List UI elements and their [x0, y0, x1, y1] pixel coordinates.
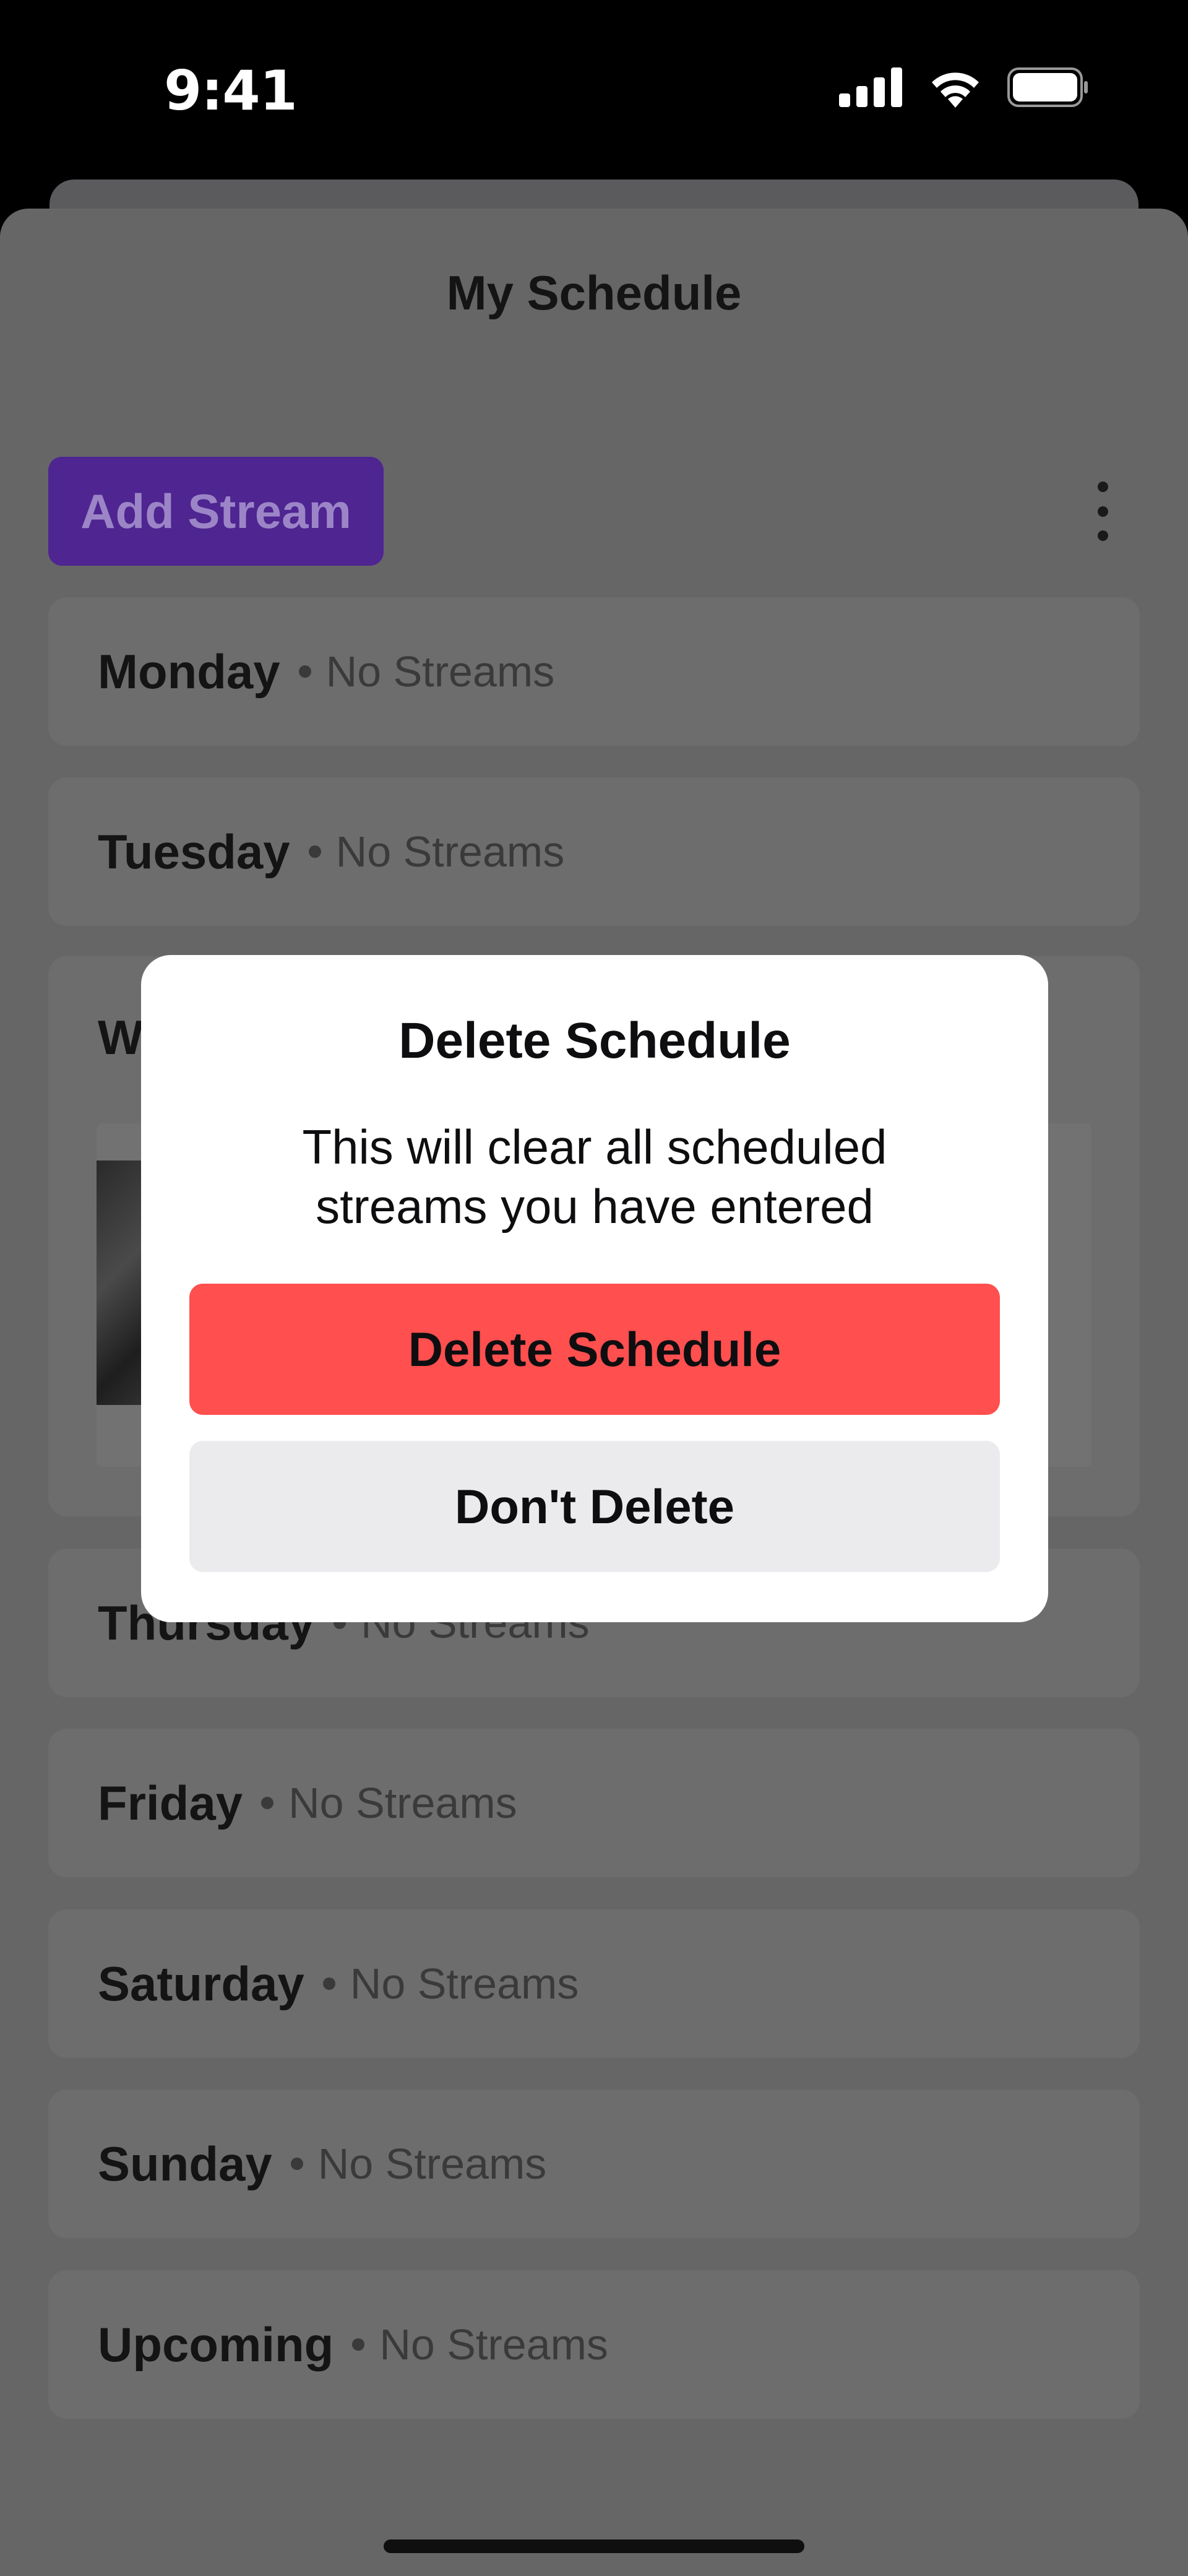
separator-dot [308, 845, 321, 858]
status-icons [839, 67, 1089, 111]
day-name: Upcoming [98, 2317, 334, 2372]
wifi-icon [927, 67, 984, 111]
day-name: Monday [98, 644, 280, 699]
page-title: My Schedule [446, 266, 742, 320]
day-row-friday[interactable]: Friday No Streams [48, 1729, 1140, 1877]
day-row-upcoming[interactable]: Upcoming No Streams [48, 2270, 1140, 2419]
separator-dot [298, 665, 311, 678]
day-status: No Streams [350, 1960, 579, 2008]
dialog-title: Delete Schedule [398, 1013, 791, 1069]
day-status: No Streams [335, 828, 565, 876]
day-name: Sunday [98, 2136, 272, 2191]
day-status: No Streams [325, 647, 555, 696]
separator-dot [261, 1797, 274, 1809]
separator-dot [322, 1977, 335, 1990]
delete-schedule-button[interactable]: Delete Schedule [189, 1284, 1000, 1415]
separator-dot [352, 2338, 365, 2351]
day-name: W [98, 1010, 144, 1065]
add-stream-button[interactable]: Add Stream [48, 457, 384, 566]
cellular-signal-icon [839, 67, 903, 110]
day-name: Friday [98, 1775, 243, 1830]
day-status: No Streams [317, 2140, 547, 2188]
dont-delete-button[interactable]: Don't Delete [189, 1441, 1000, 1572]
day-row-saturday[interactable]: Saturday No Streams [48, 1909, 1140, 2058]
day-name: Tuesday [98, 824, 290, 879]
status-time: 9:41 [164, 59, 298, 123]
day-row-tuesday[interactable]: Tuesday No Streams [48, 777, 1140, 926]
home-indicator[interactable] [384, 2539, 804, 2553]
separator-dot [290, 2158, 303, 2170]
day-row-monday[interactable]: Monday No Streams [48, 597, 1140, 746]
day-status: No Streams [379, 2320, 608, 2369]
day-name: Saturday [98, 1956, 304, 2011]
more-options-icon[interactable] [1089, 482, 1116, 541]
status-bar: 9:41 [0, 0, 1188, 186]
dialog-message: This will clear all scheduled streams yo… [302, 1120, 887, 1234]
day-status: No Streams [288, 1779, 517, 1827]
battery-icon [1007, 67, 1089, 110]
delete-schedule-dialog: Delete Schedule This will clear all sche… [141, 955, 1048, 1622]
day-row-sunday[interactable]: Sunday No Streams [48, 2090, 1140, 2238]
